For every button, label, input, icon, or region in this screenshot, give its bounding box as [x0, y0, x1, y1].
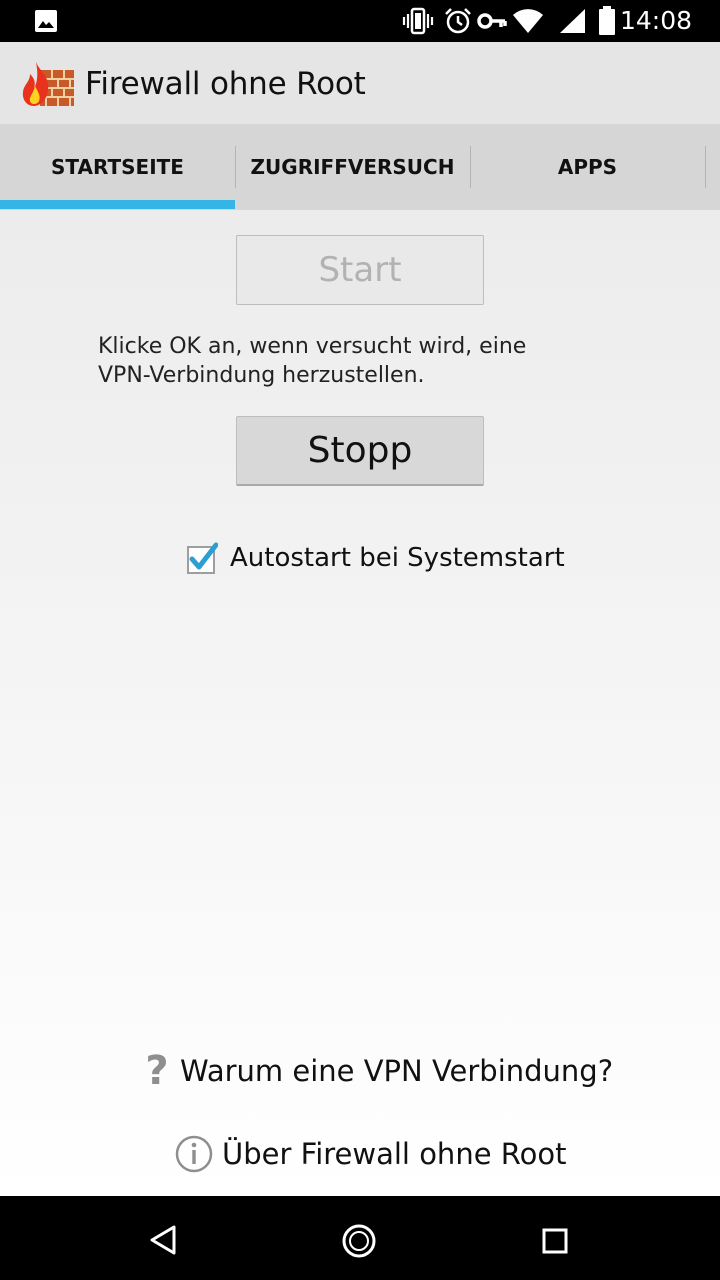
image-notification-icon: [35, 10, 57, 32]
main-content: Start Klicke OK an, wenn versucht wird, …: [0, 210, 720, 1196]
why-vpn-link[interactable]: ? Warum eine VPN Verbindung?: [136, 1048, 613, 1094]
tab-label: STARTSEITE: [51, 155, 184, 179]
autostart-checkbox[interactable]: [186, 542, 218, 574]
info-icon: [175, 1135, 213, 1173]
action-bar: Firewall ohne Root: [0, 42, 720, 124]
vibrate-icon: [402, 7, 434, 35]
wifi-icon: [513, 9, 543, 33]
tab-bar: STARTSEITE ZUGRIFFVERSUCH APPS: [0, 124, 720, 211]
question-icon: ?: [145, 1048, 169, 1094]
tab-startseite[interactable]: STARTSEITE: [0, 124, 235, 210]
vpn-key-icon: [477, 13, 507, 29]
tab-divider: [705, 146, 706, 188]
selected-tab-indicator: [0, 200, 235, 209]
vpn-hint-text: Klicke OK an, wenn versucht wird, eine V…: [98, 334, 527, 388]
navigation-bar: [0, 1196, 720, 1280]
recents-icon[interactable]: [542, 1228, 568, 1254]
app-title: Firewall ohne Root: [85, 66, 366, 102]
why-vpn-label: Warum eine VPN Verbindung?: [180, 1054, 614, 1088]
tab-label: ZUGRIFFVERSUCH: [250, 155, 455, 179]
autostart-option[interactable]: Autostart bei Systemstart: [186, 538, 565, 578]
start-button-label: Start: [318, 250, 402, 290]
about-link[interactable]: Über Firewall ohne Root: [174, 1134, 566, 1174]
tab-zugriffversuch[interactable]: ZUGRIFFVERSUCH: [235, 124, 470, 210]
signal-icon: [560, 9, 585, 33]
status-bar: 14:08: [0, 0, 720, 42]
stop-button[interactable]: Stopp: [236, 416, 484, 486]
home-icon[interactable]: [342, 1224, 376, 1258]
firewall-logo-icon: [22, 62, 74, 106]
autostart-label: Autostart bei Systemstart: [230, 543, 565, 573]
tab-apps[interactable]: APPS: [470, 124, 705, 210]
about-label: Über Firewall ohne Root: [222, 1137, 567, 1171]
alarm-icon: [445, 8, 471, 34]
status-time: 14:08: [619, 6, 692, 35]
stop-button-label: Stopp: [307, 430, 413, 471]
battery-icon: [599, 6, 615, 35]
tab-label: APPS: [557, 155, 618, 179]
back-icon[interactable]: [148, 1224, 178, 1256]
start-button[interactable]: Start: [236, 235, 484, 305]
